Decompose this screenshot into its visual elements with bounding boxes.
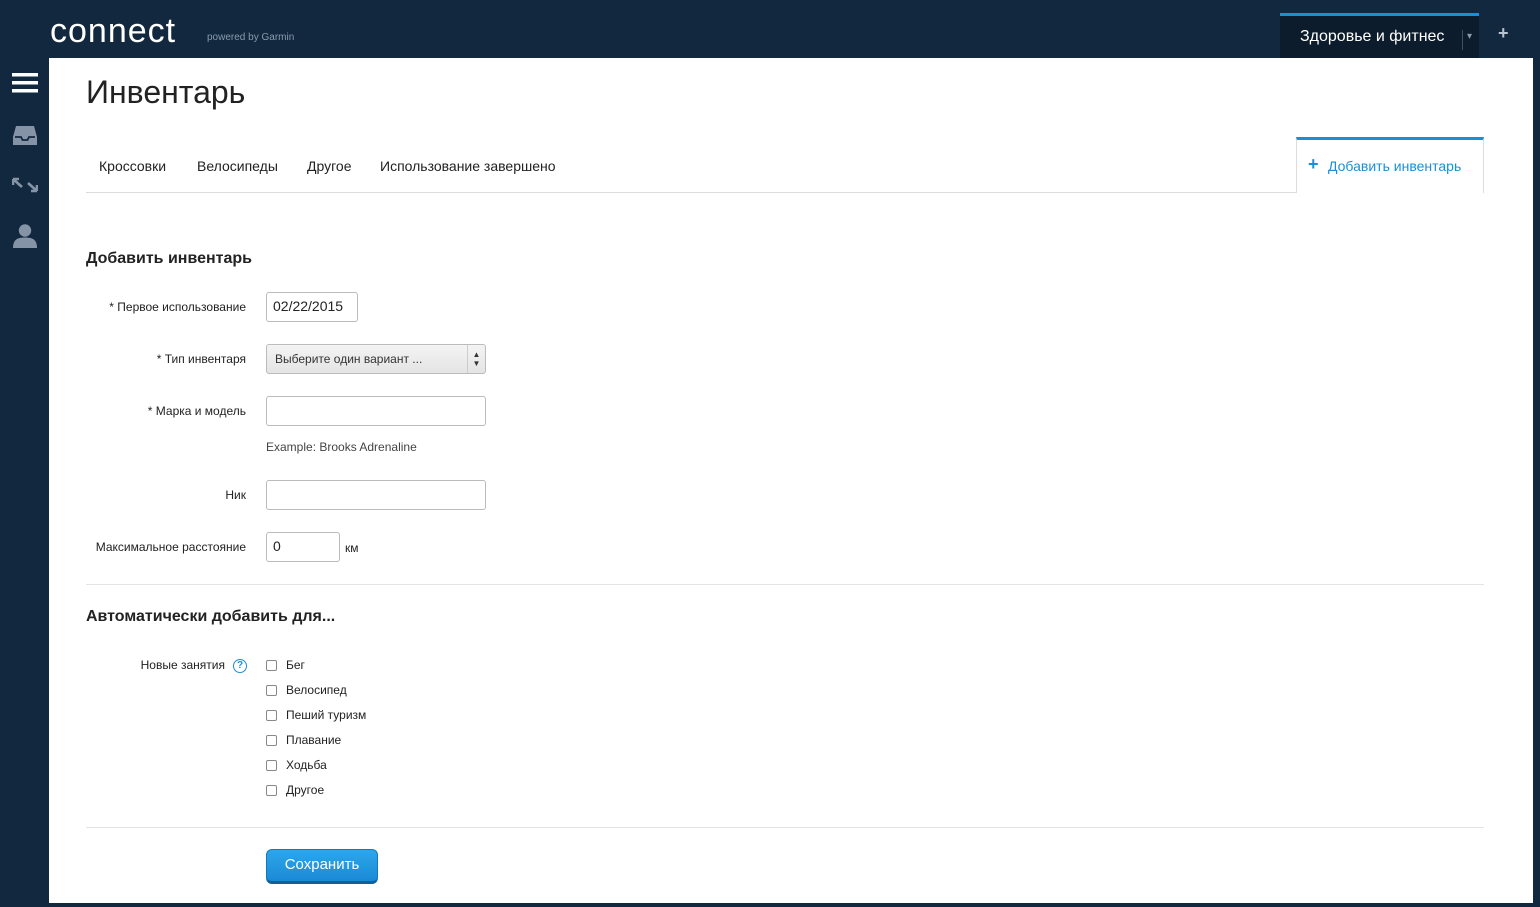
add-gear-section-title: Добавить инвентарь bbox=[86, 250, 252, 267]
checkbox-other[interactable]: Другое bbox=[266, 782, 324, 798]
checkbox-running[interactable]: Бег bbox=[266, 657, 305, 673]
auto-add-section-title: Автоматически добавить для... bbox=[86, 608, 336, 625]
checkbox-box[interactable] bbox=[266, 759, 277, 771]
chevron-down-icon[interactable]: ▾ bbox=[1467, 31, 1472, 42]
checkbox-label: Бег bbox=[286, 658, 305, 672]
nickname-label: Ник bbox=[225, 488, 246, 502]
checkbox-swimming[interactable]: Плавание bbox=[266, 732, 341, 748]
first-use-date-input[interactable]: 02/22/2015 bbox=[266, 292, 358, 322]
help-icon[interactable]: ? bbox=[233, 659, 247, 673]
connect-logo[interactable]: connect bbox=[50, 12, 176, 50]
gear-type-select-value: Выберите один вариант ... bbox=[275, 352, 423, 366]
save-button[interactable]: Сохранить bbox=[266, 849, 378, 884]
checkbox-box[interactable] bbox=[266, 684, 277, 696]
main-content: Инвентарь Кроссовки Велосипеды Другое Ис… bbox=[49, 58, 1533, 903]
section-divider bbox=[86, 827, 1484, 828]
max-distance-input[interactable]: 0 bbox=[266, 532, 340, 562]
sync-icon[interactable] bbox=[0, 177, 49, 193]
checkbox-box[interactable] bbox=[266, 659, 277, 671]
checkbox-cycling[interactable]: Велосипед bbox=[266, 682, 347, 698]
context-tab-health-fitness[interactable]: Здоровье и фитнес ▾ bbox=[1280, 13, 1479, 58]
checkbox-label: Плавание bbox=[286, 733, 342, 747]
context-tab-divider bbox=[1462, 30, 1463, 50]
checkbox-hiking[interactable]: Пеший туризм bbox=[266, 707, 366, 723]
gear-type-select[interactable]: Выберите один вариант ... ▲ ▼ bbox=[266, 344, 486, 374]
add-context-button[interactable]: + bbox=[1498, 24, 1509, 42]
checkbox-label: Пеший туризм bbox=[286, 708, 367, 722]
checkbox-box[interactable] bbox=[266, 784, 277, 796]
section-divider bbox=[86, 584, 1484, 585]
tab-retired[interactable]: Использование завершено bbox=[380, 158, 556, 174]
max-distance-unit: км bbox=[345, 541, 359, 555]
checkbox-walking[interactable]: Ходьба bbox=[266, 757, 327, 773]
nickname-input[interactable] bbox=[266, 480, 486, 510]
powered-by-text: powered by Garmin bbox=[207, 32, 295, 43]
inbox-icon[interactable] bbox=[0, 124, 49, 146]
sidebar bbox=[0, 58, 49, 907]
brand-model-hint: Example: Brooks Adrenaline bbox=[266, 440, 417, 454]
gear-type-label: * Тип инвентаря bbox=[156, 352, 246, 366]
checkbox-label: Ходьба bbox=[286, 758, 327, 772]
first-use-label: * Первое использование bbox=[109, 300, 246, 314]
menu-icon[interactable] bbox=[0, 72, 49, 94]
checkbox-label: Велосипед bbox=[286, 683, 347, 697]
brand-model-label: * Марка и модель bbox=[147, 404, 246, 418]
new-activities-label: Новые занятия bbox=[140, 658, 225, 672]
add-gear-tab-label: Добавить инвентарь bbox=[1328, 158, 1462, 174]
checkbox-box[interactable] bbox=[266, 709, 277, 721]
top-bar: connect powered by Garmin Здоровье и фит… bbox=[0, 0, 1540, 58]
checkbox-box[interactable] bbox=[266, 734, 277, 746]
user-icon[interactable] bbox=[0, 223, 49, 249]
brand-model-input[interactable] bbox=[266, 396, 486, 426]
tab-other[interactable]: Другое bbox=[307, 158, 351, 174]
tab-shoes[interactable]: Кроссовки bbox=[99, 158, 166, 174]
tab-bikes[interactable]: Велосипеды bbox=[197, 158, 278, 174]
max-distance-label: Максимальное расстояние bbox=[95, 540, 246, 554]
plus-icon: + bbox=[1308, 154, 1319, 174]
page-title: Инвентарь bbox=[86, 74, 246, 110]
select-arrows-icon: ▲ ▼ bbox=[467, 345, 485, 373]
checkbox-label: Другое bbox=[286, 783, 325, 797]
context-tab-label: Здоровье и фитнес bbox=[1300, 28, 1445, 45]
gear-tabs: Кроссовки Велосипеды Другое Использовани… bbox=[86, 137, 1484, 193]
tab-add-gear[interactable]: + Добавить инвентарь bbox=[1296, 137, 1484, 193]
